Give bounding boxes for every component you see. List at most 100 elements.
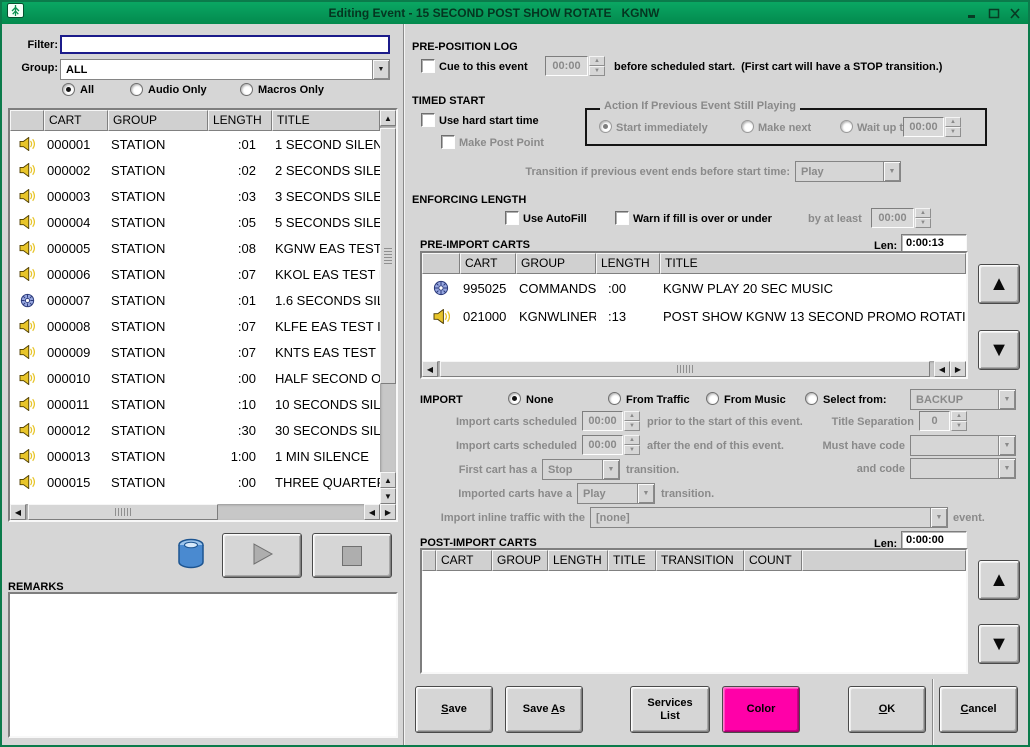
autofill-checkbox[interactable]	[505, 211, 519, 225]
pre-import-move-down-button[interactable]: ▼	[978, 330, 1020, 370]
cart-row[interactable]: 000005STATION:08KGNW EAS TEST	[10, 235, 380, 261]
chevron-down-icon[interactable]: ▼	[930, 508, 947, 527]
horizontal-scrollbar[interactable]: ◀ ◀ ▶	[10, 504, 396, 520]
scroll-left-icon[interactable]: ◀	[934, 361, 950, 377]
cart-row[interactable]: 000008STATION:07KLFE EAS TEST IN	[10, 313, 380, 339]
radio-all[interactable]	[62, 83, 75, 96]
radio-from-music[interactable]	[706, 392, 719, 405]
header-length[interactable]: LENGTH	[596, 253, 660, 274]
scroll-thumb[interactable]	[28, 504, 218, 520]
header-title[interactable]: TITLE	[272, 110, 380, 131]
radio-macros-only[interactable]	[240, 83, 253, 96]
inline-traffic-select[interactable]: [none]▼	[590, 507, 948, 528]
cart-row[interactable]: 000002STATION:022 SECONDS SILEI	[10, 157, 380, 183]
title-separation-spinner[interactable]: 0▲▼	[919, 411, 967, 431]
scroll-left-icon[interactable]: ◀	[364, 504, 380, 520]
header-group[interactable]: GROUP	[516, 253, 596, 274]
cart-row[interactable]: 000001STATION:011 SECOND SILEN	[10, 131, 380, 157]
spin-down-icon[interactable]: ▼	[951, 421, 967, 431]
scroll-thumb[interactable]	[380, 128, 396, 384]
header-group[interactable]: GROUP	[492, 550, 548, 571]
hard-start-checkbox[interactable]	[421, 113, 435, 127]
spin-up-icon[interactable]: ▲	[945, 117, 961, 127]
spin-up-icon[interactable]: ▲	[915, 208, 931, 218]
header-title[interactable]: TITLE	[660, 253, 966, 274]
cue-checkbox[interactable]	[421, 59, 435, 73]
spin-up-icon[interactable]: ▲	[624, 411, 640, 421]
cart-row[interactable]: 000015STATION:00THREE QUARTER	[10, 469, 380, 495]
vertical-scrollbar[interactable]: ▲ ▲ ▼	[380, 110, 396, 504]
radio-start-immediately[interactable]	[599, 120, 612, 133]
wait-time-spinner[interactable]: 00:00▲▼	[903, 117, 961, 137]
save-button[interactable]: Save	[415, 686, 493, 733]
transition-select[interactable]: Play▼	[795, 161, 901, 182]
header-group[interactable]: GROUP	[108, 110, 208, 131]
post-import-body[interactable]	[422, 571, 966, 672]
header-transition[interactable]: TRANSITION	[656, 550, 744, 571]
scroll-thumb[interactable]	[440, 361, 930, 377]
cart-row[interactable]: 000004STATION:055 SECONDS SILEI	[10, 209, 380, 235]
scroll-right-icon[interactable]: ▶	[380, 504, 396, 520]
chevron-down-icon[interactable]: ▼	[372, 60, 389, 79]
close-button[interactable]	[1006, 6, 1023, 21]
header-title[interactable]: TITLE	[608, 550, 656, 571]
radio-audio-only[interactable]	[130, 83, 143, 96]
spin-up-icon[interactable]: ▲	[951, 411, 967, 421]
group-select[interactable]: ALL ▼	[60, 59, 390, 80]
scroll-up-icon[interactable]: ▲	[380, 472, 396, 488]
imported-carts-select[interactable]: Play▼	[577, 483, 655, 504]
spin-up-icon[interactable]: ▲	[589, 56, 605, 66]
sched-after-spinner[interactable]: 00:00▲▼	[582, 435, 640, 455]
cancel-button[interactable]: Cancel	[939, 686, 1018, 733]
spin-down-icon[interactable]: ▼	[624, 421, 640, 431]
header-icon-col[interactable]	[422, 550, 436, 571]
cart-row[interactable]: 000011STATION:1010 SECONDS SILE	[10, 391, 380, 417]
pre-import-move-up-button[interactable]: ▲	[978, 264, 1020, 304]
scroll-up-icon[interactable]: ▲	[380, 110, 396, 126]
cart-row[interactable]: 000006STATION:07KKOL EAS TEST I	[10, 261, 380, 287]
stop-button[interactable]	[312, 533, 392, 578]
first-cart-select[interactable]: Stop▼	[542, 459, 620, 480]
and-code-select[interactable]: ▼	[910, 458, 1016, 479]
color-button[interactable]: Color	[722, 686, 800, 733]
titlebar[interactable]: Editing Event - 15 SECOND POST SHOW ROTA…	[2, 2, 1028, 24]
scroll-track[interactable]	[380, 126, 396, 472]
post-import-move-down-button[interactable]: ▼	[978, 624, 1020, 664]
spin-down-icon[interactable]: ▼	[624, 445, 640, 455]
play-button[interactable]	[222, 533, 302, 578]
minimize-button[interactable]	[964, 6, 981, 21]
chevron-down-icon[interactable]: ▼	[998, 390, 1015, 409]
warn-time-spinner[interactable]: 00:00▲▼	[871, 208, 931, 228]
post-point-checkbox[interactable]	[441, 135, 455, 149]
header-icon-col[interactable]	[10, 110, 44, 131]
radio-select-from[interactable]	[805, 392, 818, 405]
chevron-down-icon[interactable]: ▼	[602, 460, 619, 479]
header-count[interactable]: COUNT	[744, 550, 802, 571]
cue-time-spinner[interactable]: 00:00▲▼	[545, 56, 605, 76]
post-import-move-up-button[interactable]: ▲	[978, 560, 1020, 600]
header-cart[interactable]: CART	[436, 550, 492, 571]
header-cart[interactable]: CART	[460, 253, 516, 274]
pre-import-row[interactable]: 995025COMMANDS:00KGNW PLAY 20 SEC MUSIC	[422, 274, 966, 302]
cart-row[interactable]: 000010STATION:00HALF SECOND OF	[10, 365, 380, 391]
cart-row[interactable]: 000012STATION:3030 SECONDS SILE	[10, 417, 380, 443]
scroll-left-icon[interactable]: ◀	[422, 361, 438, 377]
services-list-button[interactable]: ServicesList	[630, 686, 710, 733]
sched-prior-spinner[interactable]: 00:00▲▼	[582, 411, 640, 431]
pre-import-row[interactable]: 021000KGNWLINERS:13POST SHOW KGNW 13 SEC…	[422, 302, 966, 330]
radio-import-none[interactable]	[508, 392, 521, 405]
cart-row[interactable]: 000007STATION:011.6 SECONDS SIL	[10, 287, 380, 313]
filter-input[interactable]	[60, 35, 390, 54]
select-from-select[interactable]: BACKUP▼	[910, 389, 1016, 410]
header-length[interactable]: LENGTH	[208, 110, 272, 131]
radio-make-next[interactable]	[741, 120, 754, 133]
radio-from-traffic[interactable]	[608, 392, 621, 405]
save-as-button[interactable]: Save As	[505, 686, 583, 733]
scroll-left-icon[interactable]: ◀	[10, 504, 26, 520]
chevron-down-icon[interactable]: ▼	[998, 459, 1015, 478]
spin-up-icon[interactable]: ▲	[624, 435, 640, 445]
radio-wait-up-to[interactable]	[840, 120, 853, 133]
header-icon-col[interactable]	[422, 253, 460, 274]
chevron-down-icon[interactable]: ▼	[998, 436, 1015, 455]
scroll-right-icon[interactable]: ▶	[950, 361, 966, 377]
